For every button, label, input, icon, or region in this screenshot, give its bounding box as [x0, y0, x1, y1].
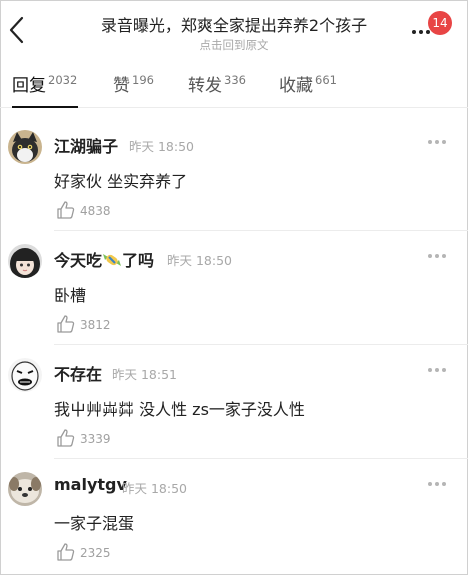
- thumbs-up-icon: [57, 201, 75, 219]
- active-tab-indicator: [12, 106, 78, 108]
- username-text: 今天吃: [54, 251, 103, 270]
- username[interactable]: 江湖骗子: [54, 133, 118, 157]
- comment-time: 昨天 18:50: [129, 139, 194, 154]
- comment-time: 昨天 18:51: [112, 367, 177, 382]
- comment-time: 昨天 18:50: [167, 253, 232, 268]
- tab-label: 收藏: [279, 76, 313, 96]
- girl-avatar[interactable]: [8, 244, 42, 278]
- tab-count: 2032: [48, 73, 78, 87]
- username-suffix: 了吗: [122, 251, 155, 270]
- tab-reposts[interactable]: 转发 336: [188, 71, 246, 107]
- thumbs-up-icon: [57, 315, 75, 333]
- cat-avatar[interactable]: [8, 130, 42, 164]
- tab-bar: 回复 2032 赞 196 转发 336 收藏 661: [0, 62, 468, 108]
- username[interactable]: malytgv: [54, 475, 127, 494]
- like-count: 3339: [80, 432, 111, 446]
- comment-text: 卧槽: [54, 286, 87, 305]
- tab-count: 336: [224, 73, 246, 87]
- like-count: 2325: [80, 546, 111, 560]
- comment-more-icon[interactable]: [428, 367, 446, 373]
- comment-time: 昨天 18:50: [122, 481, 187, 496]
- comment-item: malytgv 昨天 18:50 一家子混蛋 2325: [0, 459, 468, 573]
- top-bar: 录音曝光，郑爽全家提出弃养2个孩子 点击回到原文 14: [0, 0, 468, 62]
- tab-label: 赞: [113, 76, 130, 96]
- dog-avatar[interactable]: [8, 472, 42, 506]
- comment-item: 不存在 昨天 18:51 我屮艸芔茻 没人性 zs一家子没人性 3339: [0, 345, 468, 459]
- comment-text: 好家伙 坐实弃养了: [54, 172, 188, 191]
- tab-replies[interactable]: 回复 2032: [12, 71, 77, 107]
- page-title: 录音曝光，郑爽全家提出弃养2个孩子: [100, 16, 368, 35]
- tab-likes[interactable]: 赞 196: [113, 71, 154, 107]
- comment-more-icon[interactable]: [428, 481, 446, 487]
- comment-text: 一家子混蛋: [54, 514, 135, 533]
- tab-label: 转发: [188, 76, 222, 96]
- comment-more-icon[interactable]: [428, 253, 446, 259]
- tab-label: 回复: [12, 76, 46, 96]
- tab-favorites[interactable]: 收藏 661: [279, 71, 337, 107]
- username[interactable]: 今天吃 了吗: [54, 247, 154, 271]
- thumbs-up-icon: [57, 429, 75, 447]
- thumbs-up-icon: [57, 543, 75, 561]
- comment-text: 我屮艸芔茻 没人性 zs一家子没人性: [54, 400, 305, 419]
- candy-icon: [102, 251, 122, 269]
- tab-count: 661: [315, 73, 337, 87]
- notification-badge[interactable]: 14: [428, 11, 452, 35]
- comment-more-icon[interactable]: [428, 139, 446, 145]
- tab-count: 196: [132, 73, 154, 87]
- meme-face-avatar[interactable]: [8, 358, 42, 392]
- like-count: 4838: [80, 204, 111, 218]
- back-to-article-link[interactable]: 点击回到原文: [60, 37, 408, 53]
- comment-item: 今天吃 了吗 昨天 18:50 卧槽 3812: [0, 231, 468, 345]
- comment-item: 江湖骗子 昨天 18:50 好家伙 坐实弃养了 4838: [0, 117, 468, 231]
- username[interactable]: 不存在: [54, 361, 102, 385]
- like-count: 3812: [80, 318, 111, 332]
- back-arrow-icon[interactable]: [6, 14, 28, 46]
